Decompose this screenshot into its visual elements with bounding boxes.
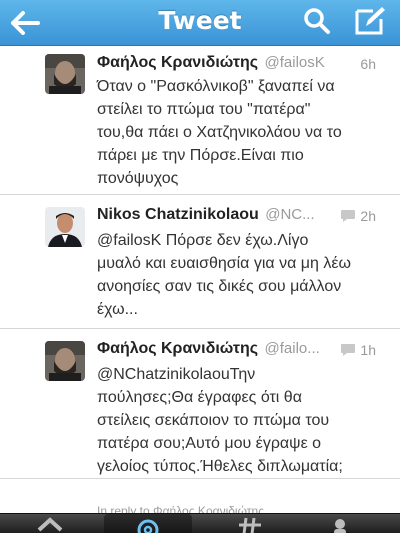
tweet-text-line: πάρει με την Πόρσε.Είναι πιο bbox=[97, 147, 304, 164]
tweet-text: Όταν ο "Ρασκόλνικοβ" ξαναπεί να στείλει … bbox=[97, 75, 387, 190]
in-reply-to-strip[interactable]: In reply to Φαήλος Κρανιδιώτης bbox=[0, 500, 400, 513]
compose-icon[interactable] bbox=[353, 5, 387, 37]
tweet-text-line: πονόψυχος bbox=[97, 170, 179, 187]
tweet-text-line: πούλησες;Θα έγραφες ότι θα bbox=[97, 389, 302, 406]
search-icon[interactable] bbox=[303, 7, 331, 35]
connect-icon bbox=[137, 519, 159, 533]
tweet-timeline[interactable]: Φαήλος Κρανιδιώτης @failosK 6h Όταν ο "Ρ… bbox=[0, 46, 400, 513]
tweet[interactable]: Nikos Chatzinikolaou @NC... 2h @failosK … bbox=[0, 195, 400, 329]
tweet-text-line: πατέρα σου;Αυτό μου έγραψε ο bbox=[97, 435, 322, 452]
author-name[interactable]: Nikos Chatzinikolaou bbox=[97, 206, 259, 223]
tweet-header: Φαήλος Κρανιδιώτης @failosK bbox=[97, 54, 378, 74]
author-handle: @failo... bbox=[264, 340, 320, 357]
tweet-header: Nikos Chatzinikolaou @NC... bbox=[97, 206, 378, 226]
tweet-time: 2h bbox=[360, 208, 376, 224]
tweet-text-line: ανοησίες σαν τις δικές σου μάλλον bbox=[97, 278, 342, 295]
conversation-icon bbox=[341, 344, 355, 356]
tweet-header: Φαήλος Κρανιδιώτης @failo... bbox=[97, 340, 378, 360]
author-handle: @NC... bbox=[265, 206, 315, 223]
author-name[interactable]: Φαήλος Κρανιδιώτης bbox=[97, 54, 258, 71]
avatar[interactable] bbox=[45, 341, 85, 381]
tweet[interactable]: Φαήλος Κρανιδιώτης @failosK 6h Όταν ο "Ρ… bbox=[0, 46, 400, 195]
page-title: Tweet bbox=[158, 6, 242, 35]
tweet-text-line: στείλει το πτώμα του "πατέρα" bbox=[97, 101, 311, 118]
avatar[interactable] bbox=[45, 54, 85, 94]
in-reply-to-label[interactable]: In reply to Φαήλος Κρανιδιώτης bbox=[97, 504, 264, 513]
tweet-text-line: του,θα πάει ο Χατζηνικολάου να το bbox=[97, 124, 342, 141]
tweet-time: 6h bbox=[360, 56, 376, 72]
tweet-text-line: @failosK Πόρσε δεν έχω.Λίγο bbox=[97, 232, 309, 249]
tweet-text-line: γελοίος τύπος.Ήθελες διπλωματία; bbox=[97, 458, 343, 475]
tweet-time: 1h bbox=[360, 342, 376, 358]
navigation-bar: Tweet bbox=[0, 0, 400, 46]
tweet-text-line: μυαλό και ευαισθησία για να μη λέω bbox=[97, 255, 351, 272]
tweet-text-line: @NChatzinikolaouΤην bbox=[97, 366, 256, 383]
tweet-text-line: στείλεις σεκάποιον το πτώμα του bbox=[97, 412, 330, 429]
tab-me[interactable] bbox=[300, 514, 380, 533]
tweet-text: @NChatzinikolaouΤην πούλησες;Θα έγραφες … bbox=[97, 363, 387, 478]
tab-bar bbox=[0, 513, 400, 533]
discover-icon bbox=[239, 517, 261, 533]
author-handle: @failosK bbox=[264, 54, 325, 71]
me-icon bbox=[334, 519, 346, 533]
tab-discover[interactable] bbox=[210, 514, 290, 533]
tab-connect[interactable] bbox=[104, 514, 192, 533]
author-name[interactable]: Φαήλος Κρανιδιώτης bbox=[97, 340, 258, 357]
tweet-text: @failosK Πόρσε δεν έχω.Λίγο μυαλό και ευ… bbox=[97, 229, 387, 321]
tweet[interactable]: Φαήλος Κρανιδιώτης @failo... 1h @NChatzi… bbox=[0, 329, 400, 479]
home-icon bbox=[37, 517, 63, 532]
avatar[interactable] bbox=[45, 207, 85, 247]
conversation-icon bbox=[341, 210, 355, 222]
tab-home[interactable] bbox=[10, 514, 90, 533]
tweet-text-line: Όταν ο "Ρασκόλνικοβ" ξαναπεί να bbox=[97, 78, 335, 95]
tweet-text-line: έχω... bbox=[97, 301, 138, 318]
